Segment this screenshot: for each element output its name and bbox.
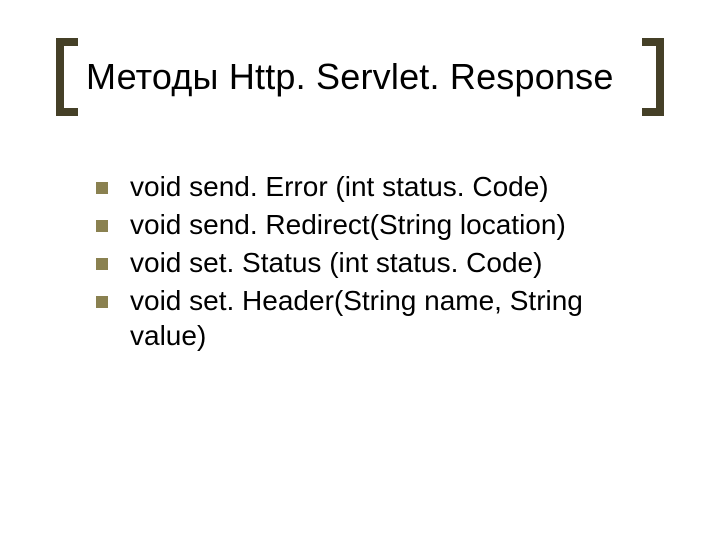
title-area: Методы Http. Servlet. Response <box>56 38 664 116</box>
bracket-right-icon <box>642 38 664 116</box>
list-item-text: void set. Header(String name, String val… <box>130 284 650 352</box>
list-item: void send. Error (int status. Code) <box>96 170 650 204</box>
list-item: void send. Redirect(String location) <box>96 208 650 242</box>
bullet-icon <box>96 182 108 194</box>
slide-title: Методы Http. Servlet. Response <box>78 56 614 98</box>
list-item-text: void set. Status (int status. Code) <box>130 246 542 280</box>
bullet-icon <box>96 296 108 308</box>
list-item: void set. Status (int status. Code) <box>96 246 650 280</box>
list-item: void set. Header(String name, String val… <box>96 284 650 352</box>
bracket-left-icon <box>56 38 78 116</box>
bullet-icon <box>96 220 108 232</box>
list-item-text: void send. Error (int status. Code) <box>130 170 549 204</box>
list-item-text: void send. Redirect(String location) <box>130 208 566 242</box>
bullet-icon <box>96 258 108 270</box>
body-list: void send. Error (int status. Code) void… <box>96 170 650 357</box>
slide: Методы Http. Servlet. Response void send… <box>0 0 720 540</box>
